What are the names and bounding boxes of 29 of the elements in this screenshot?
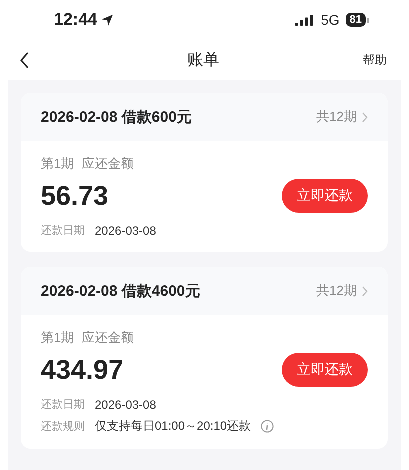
- status-time: 12:44: [54, 10, 98, 30]
- detail-label: 还款日期: [41, 398, 85, 412]
- loan-title: 2026-02-08 借款600元: [41, 108, 192, 126]
- back-icon[interactable]: [20, 52, 30, 68]
- periods-link[interactable]: 共12期: [316, 282, 357, 300]
- help-link[interactable]: 帮助: [363, 52, 387, 68]
- installment-label: 第1期: [41, 155, 74, 173]
- installment-label: 第1期: [41, 329, 74, 347]
- info-icon[interactable]: [261, 420, 274, 433]
- page-title: 账单: [188, 50, 220, 70]
- network-label: 5G: [321, 12, 340, 28]
- loan-title: 2026-02-08 借款4600元: [41, 282, 200, 300]
- detail-value: 2026-03-08: [95, 224, 156, 238]
- periods-link[interactable]: 共12期: [316, 108, 357, 126]
- chevron-right-icon[interactable]: [362, 112, 368, 122]
- repay-button[interactable]: 立即还款: [282, 179, 368, 213]
- amount-label: 应还金额: [82, 329, 134, 347]
- detail-value: 2026-03-08: [95, 398, 156, 412]
- chevron-right-icon[interactable]: [362, 286, 368, 296]
- amount-label: 应还金额: [82, 155, 134, 173]
- signal-icon: [295, 14, 316, 26]
- repay-button[interactable]: 立即还款: [282, 353, 368, 387]
- amount-due: 434.97: [41, 354, 124, 386]
- detail-label: 还款规则: [41, 420, 85, 434]
- detail-value: 仅支持每日01:00～20:10还款: [95, 418, 252, 435]
- battery-icon: 81: [346, 13, 369, 27]
- detail-label: 还款日期: [41, 224, 85, 238]
- amount-due: 56.73: [41, 180, 109, 212]
- location-arrow-icon: [101, 14, 114, 26]
